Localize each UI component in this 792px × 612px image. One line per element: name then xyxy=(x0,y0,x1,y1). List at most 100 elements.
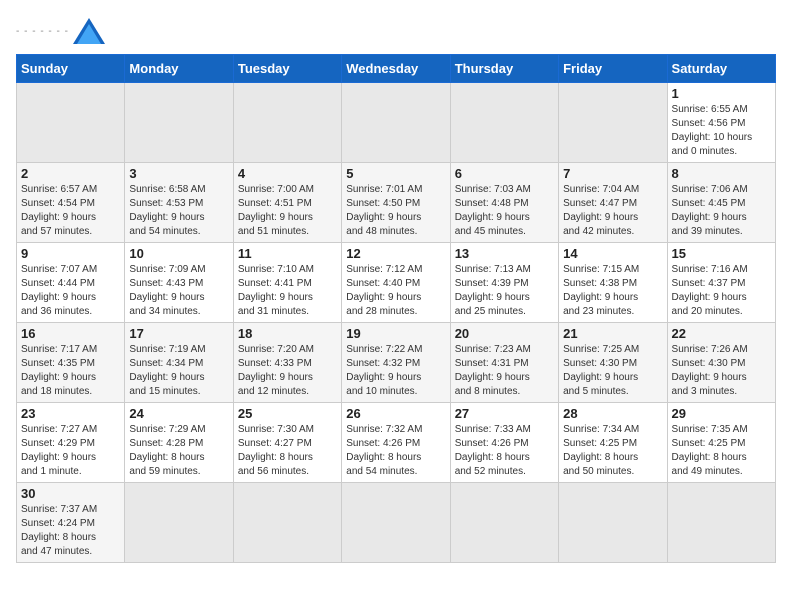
calendar-week-3: 9 Sunrise: 7:07 AM Sunset: 4:44 PM Daylig… xyxy=(17,243,776,323)
calendar-header: SundayMondayTuesdayWednesdayThursdayFrid… xyxy=(17,55,776,83)
calendar-cell: 19 Sunrise: 7:22 AM Sunset: 4:32 PM Dayli… xyxy=(342,323,450,403)
calendar-cell: 1Sunrise: 6:55 AM Sunset: 4:56 PM Daylig… xyxy=(667,83,775,163)
calendar-cell xyxy=(342,483,450,563)
day-info: Sunrise: 7:35 AM Sunset: 4:25 PM Dayligh… xyxy=(672,423,771,479)
weekday-header-tuesday: Tuesday xyxy=(233,55,341,83)
calendar-cell: 27Sunrise: 7:33 AM Sunset: 4:26 PM Dayli… xyxy=(450,403,558,483)
day-info: Sunrise: 7:04 AM Sunset: 4:47 PM Dayligh… xyxy=(563,183,662,239)
calendar-cell: 18Sunrise: 7:20 AM Sunset: 4:33 PM Dayli… xyxy=(233,323,341,403)
day-info: Sunrise: 7:16 AM Sunset: 4:37 PM Dayligh… xyxy=(672,263,771,319)
calendar-cell: 29 Sunrise: 7:35 AM Sunset: 4:25 PM Dayli… xyxy=(667,403,775,483)
calendar-cell: 10 Sunrise: 7:09 AM Sunset: 4:43 PM Dayli… xyxy=(125,243,233,323)
calendar-cell: 30Sunrise: 7:37 AM Sunset: 4:24 PM Dayli… xyxy=(17,483,125,563)
day-info: Sunrise: 7:07 AM Sunset: 4:44 PM Dayligh… xyxy=(21,263,120,319)
calendar-cell: 8 Sunrise: 7:06 AM Sunset: 4:45 PM Daylig… xyxy=(667,163,775,243)
calendar-cell xyxy=(450,483,558,563)
calendar-cell: 22 Sunrise: 7:26 AM Sunset: 4:30 PM Dayli… xyxy=(667,323,775,403)
calendar-cell: 13Sunrise: 7:13 AM Sunset: 4:39 PM Dayli… xyxy=(450,243,558,323)
logo: - - - - - - - xyxy=(16,16,107,46)
day-info: Sunrise: 7:19 AM Sunset: 4:34 PM Dayligh… xyxy=(129,343,228,399)
calendar-cell: 12 Sunrise: 7:12 AM Sunset: 4:40 PM Dayli… xyxy=(342,243,450,323)
day-number: 27 xyxy=(455,406,554,421)
calendar-cell: 11 Sunrise: 7:10 AM Sunset: 4:41 PM Dayli… xyxy=(233,243,341,323)
calendar-body: 1Sunrise: 6:55 AM Sunset: 4:56 PM Daylig… xyxy=(17,83,776,563)
logo-icon xyxy=(71,16,107,46)
calendar-cell: 9 Sunrise: 7:07 AM Sunset: 4:44 PM Daylig… xyxy=(17,243,125,323)
calendar-cell: 17Sunrise: 7:19 AM Sunset: 4:34 PM Dayli… xyxy=(125,323,233,403)
weekday-header-wednesday: Wednesday xyxy=(342,55,450,83)
day-number: 19 xyxy=(346,326,445,341)
calendar-cell: 7Sunrise: 7:04 AM Sunset: 4:47 PM Daylig… xyxy=(559,163,667,243)
day-number: 14 xyxy=(563,246,662,261)
calendar-cell: 28Sunrise: 7:34 AM Sunset: 4:25 PM Dayli… xyxy=(559,403,667,483)
calendar-week-1: 1Sunrise: 6:55 AM Sunset: 4:56 PM Daylig… xyxy=(17,83,776,163)
day-info: Sunrise: 7:06 AM Sunset: 4:45 PM Dayligh… xyxy=(672,183,771,239)
calendar-week-5: 23Sunrise: 7:27 AM Sunset: 4:29 PM Dayli… xyxy=(17,403,776,483)
calendar-cell xyxy=(233,483,341,563)
day-number: 26 xyxy=(346,406,445,421)
day-info: Sunrise: 7:03 AM Sunset: 4:48 PM Dayligh… xyxy=(455,183,554,239)
calendar-cell xyxy=(559,83,667,163)
day-number: 11 xyxy=(238,246,337,261)
day-number: 8 xyxy=(672,166,771,181)
day-number: 21 xyxy=(563,326,662,341)
day-info: Sunrise: 6:57 AM Sunset: 4:54 PM Dayligh… xyxy=(21,183,120,239)
calendar-cell: 14 Sunrise: 7:15 AM Sunset: 4:38 PM Dayli… xyxy=(559,243,667,323)
day-number: 5 xyxy=(346,166,445,181)
calendar-cell: 3 Sunrise: 6:58 AM Sunset: 4:53 PM Daylig… xyxy=(125,163,233,243)
day-info: Sunrise: 6:58 AM Sunset: 4:53 PM Dayligh… xyxy=(129,183,228,239)
calendar-table: SundayMondayTuesdayWednesdayThursdayFrid… xyxy=(16,54,776,563)
calendar-cell: 23Sunrise: 7:27 AM Sunset: 4:29 PM Dayli… xyxy=(17,403,125,483)
weekday-header-friday: Friday xyxy=(559,55,667,83)
calendar-cell: 21 Sunrise: 7:25 AM Sunset: 4:30 PM Dayli… xyxy=(559,323,667,403)
day-number: 28 xyxy=(563,406,662,421)
calendar-cell: 15 Sunrise: 7:16 AM Sunset: 4:37 PM Dayli… xyxy=(667,243,775,323)
day-number: 3 xyxy=(129,166,228,181)
day-number: 12 xyxy=(346,246,445,261)
day-info: Sunrise: 7:22 AM Sunset: 4:32 PM Dayligh… xyxy=(346,343,445,399)
day-number: 15 xyxy=(672,246,771,261)
day-info: Sunrise: 7:23 AM Sunset: 4:31 PM Dayligh… xyxy=(455,343,554,399)
day-info: Sunrise: 7:29 AM Sunset: 4:28 PM Dayligh… xyxy=(129,423,228,479)
day-info: Sunrise: 7:17 AM Sunset: 4:35 PM Dayligh… xyxy=(21,343,120,399)
day-number: 18 xyxy=(238,326,337,341)
day-number: 22 xyxy=(672,326,771,341)
calendar-cell xyxy=(450,83,558,163)
calendar-week-4: 16 Sunrise: 7:17 AM Sunset: 4:35 PM Dayli… xyxy=(17,323,776,403)
day-number: 2 xyxy=(21,166,120,181)
day-info: Sunrise: 7:37 AM Sunset: 4:24 PM Dayligh… xyxy=(21,503,120,559)
day-number: 23 xyxy=(21,406,120,421)
calendar-week-6: 30Sunrise: 7:37 AM Sunset: 4:24 PM Dayli… xyxy=(17,483,776,563)
day-info: Sunrise: 7:15 AM Sunset: 4:38 PM Dayligh… xyxy=(563,263,662,319)
calendar-cell xyxy=(667,483,775,563)
page-header: - - - - - - - xyxy=(16,16,776,46)
calendar-cell xyxy=(125,483,233,563)
weekday-header-monday: Monday xyxy=(125,55,233,83)
day-number: 25 xyxy=(238,406,337,421)
day-number: 4 xyxy=(238,166,337,181)
weekday-header-sunday: Sunday xyxy=(17,55,125,83)
day-number: 29 xyxy=(672,406,771,421)
calendar-cell: 16 Sunrise: 7:17 AM Sunset: 4:35 PM Dayli… xyxy=(17,323,125,403)
day-number: 9 xyxy=(21,246,120,261)
day-number: 20 xyxy=(455,326,554,341)
weekday-row: SundayMondayTuesdayWednesdayThursdayFrid… xyxy=(17,55,776,83)
day-info: Sunrise: 7:12 AM Sunset: 4:40 PM Dayligh… xyxy=(346,263,445,319)
day-info: Sunrise: 7:10 AM Sunset: 4:41 PM Dayligh… xyxy=(238,263,337,319)
calendar-cell: 25 Sunrise: 7:30 AM Sunset: 4:27 PM Dayli… xyxy=(233,403,341,483)
calendar-cell xyxy=(233,83,341,163)
day-info: Sunrise: 7:25 AM Sunset: 4:30 PM Dayligh… xyxy=(563,343,662,399)
day-number: 16 xyxy=(21,326,120,341)
day-info: Sunrise: 7:09 AM Sunset: 4:43 PM Dayligh… xyxy=(129,263,228,319)
logo-tagline: - - - - - - - xyxy=(16,26,69,37)
calendar-cell: 2 Sunrise: 6:57 AM Sunset: 4:54 PM Daylig… xyxy=(17,163,125,243)
day-info: Sunrise: 7:26 AM Sunset: 4:30 PM Dayligh… xyxy=(672,343,771,399)
calendar-cell: 5 Sunrise: 7:01 AM Sunset: 4:50 PM Daylig… xyxy=(342,163,450,243)
day-info: Sunrise: 7:00 AM Sunset: 4:51 PM Dayligh… xyxy=(238,183,337,239)
calendar-cell: 20 Sunrise: 7:23 AM Sunset: 4:31 PM Dayli… xyxy=(450,323,558,403)
day-number: 10 xyxy=(129,246,228,261)
weekday-header-thursday: Thursday xyxy=(450,55,558,83)
day-info: Sunrise: 7:13 AM Sunset: 4:39 PM Dayligh… xyxy=(455,263,554,319)
day-info: Sunrise: 7:01 AM Sunset: 4:50 PM Dayligh… xyxy=(346,183,445,239)
day-info: Sunrise: 7:30 AM Sunset: 4:27 PM Dayligh… xyxy=(238,423,337,479)
